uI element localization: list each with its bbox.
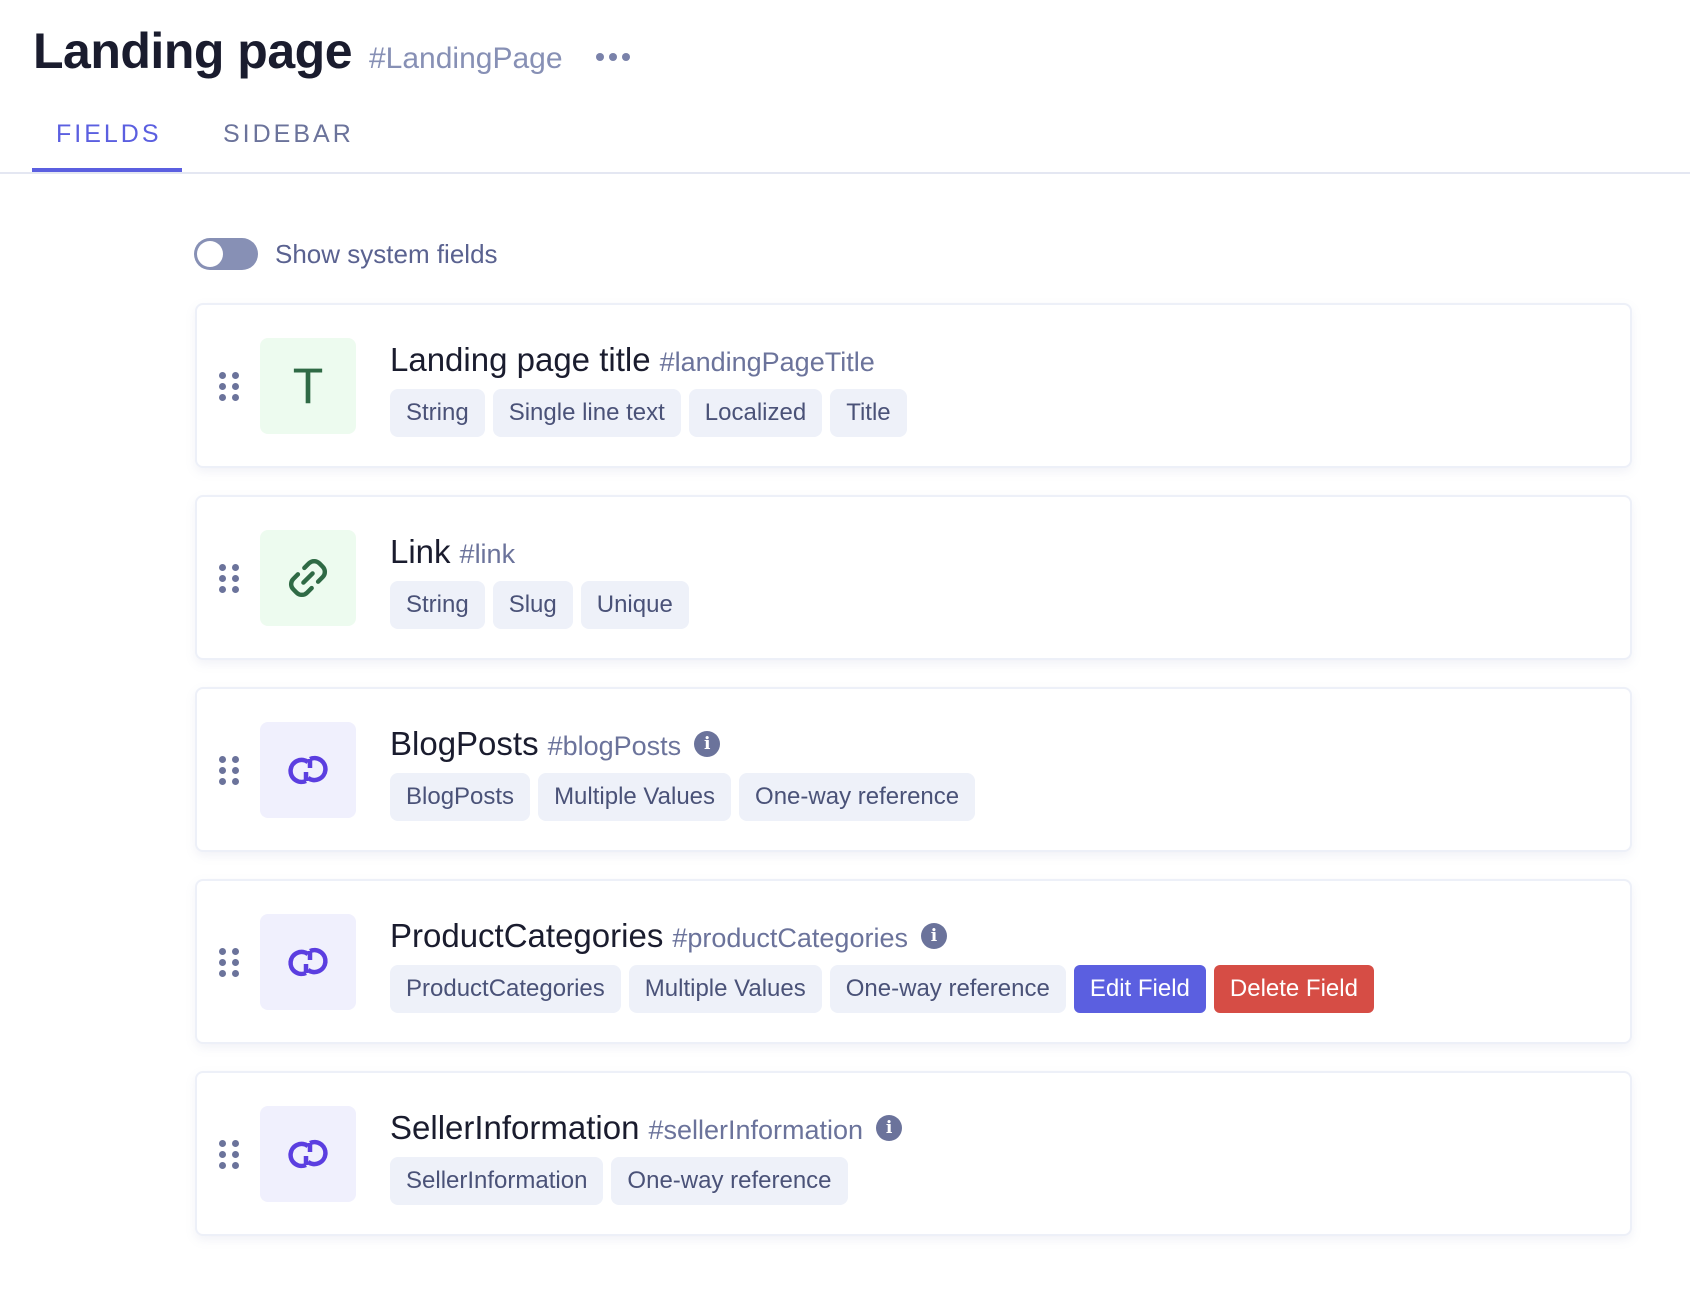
tab-divider — [0, 172, 1690, 174]
field-api-id: #landingPageTitle — [659, 347, 875, 377]
field-api-id: #productCategories — [672, 923, 908, 953]
field-tag: Single line text — [492, 389, 681, 437]
field-tag: One-way reference — [829, 965, 1066, 1013]
toggle-knob — [197, 241, 223, 267]
field-tag: Localized — [688, 389, 823, 437]
drag-handle-icon[interactable] — [219, 756, 239, 786]
system-fields-toggle-row: Show system fields — [194, 238, 498, 270]
info-icon[interactable]: i — [920, 923, 947, 949]
system-fields-toggle[interactable] — [194, 238, 258, 270]
drag-handle-icon[interactable] — [219, 564, 239, 594]
field-tag: String — [390, 581, 485, 629]
page-title: Landing page — [33, 23, 353, 79]
field-tag: BlogPosts — [390, 773, 531, 821]
field-api-id: #blogPosts — [547, 731, 682, 761]
drag-handle-icon[interactable] — [219, 372, 239, 402]
field-api-id: #sellerInformation — [648, 1115, 864, 1145]
field-card-link[interactable]: Link #link String Slug Unique — [195, 495, 1632, 660]
field-tags: String Slug Unique — [390, 581, 689, 629]
drag-handle-icon[interactable] — [219, 1140, 239, 1170]
reference-icon — [260, 914, 356, 1010]
field-tags: BlogPosts Multiple Values One-way refere… — [390, 773, 976, 821]
field-tag: Title — [830, 389, 907, 437]
field-tag: Unique — [580, 581, 689, 629]
reference-icon — [260, 722, 356, 818]
reference-icon — [260, 1106, 356, 1202]
field-card-sellerinformation[interactable]: SellerInformation #sellerInformation i S… — [195, 1071, 1632, 1236]
info-icon[interactable]: i — [876, 1115, 903, 1141]
field-tag: Slug — [492, 581, 573, 629]
field-tags: ProductCategories Multiple Values One-wa… — [390, 965, 1374, 1013]
drag-handle-icon[interactable] — [219, 948, 239, 978]
more-options-icon[interactable] — [595, 47, 630, 67]
field-card-landing-page-title[interactable]: T Landing page title #landingPageTitle S… — [195, 303, 1632, 468]
field-tag: SellerInformation — [390, 1157, 604, 1205]
field-tag: One-way reference — [739, 773, 976, 821]
field-tag: One-way reference — [611, 1157, 848, 1205]
tab-fields[interactable]: FIELDS — [32, 120, 182, 172]
field-card-blogposts[interactable]: BlogPosts #blogPosts i BlogPosts Multipl… — [195, 687, 1632, 852]
page-header: Landing page #LandingPage — [33, 22, 630, 80]
field-tag: ProductCategories — [390, 965, 621, 1013]
field-name: BlogPosts — [390, 725, 539, 762]
field-card-productcategories[interactable]: ProductCategories #productCategories i P… — [195, 879, 1632, 1044]
field-tag: Multiple Values — [628, 965, 822, 1013]
field-api-id: #link — [459, 539, 516, 569]
toggle-label: Show system fields — [275, 238, 498, 269]
field-name: Link — [390, 533, 451, 570]
field-name: SellerInformation — [390, 1109, 640, 1146]
tab-bar: FIELDS SIDEBAR — [32, 120, 354, 172]
field-name: ProductCategories — [390, 917, 664, 954]
field-tags: SellerInformation One-way reference — [390, 1157, 902, 1205]
field-name: Landing page title — [390, 341, 651, 378]
field-tags: String Single line text Localized Title — [390, 389, 907, 437]
slug-link-icon — [260, 530, 356, 626]
edit-field-button[interactable]: Edit Field — [1073, 965, 1206, 1013]
field-tag: Multiple Values — [538, 773, 732, 821]
field-tag: String — [390, 389, 485, 437]
page-api-id: #LandingPage — [369, 42, 563, 75]
text-type-icon: T — [260, 338, 356, 434]
info-icon[interactable]: i — [694, 731, 721, 757]
delete-field-button[interactable]: Delete Field — [1213, 965, 1374, 1013]
tab-sidebar[interactable]: SIDEBAR — [223, 120, 354, 172]
